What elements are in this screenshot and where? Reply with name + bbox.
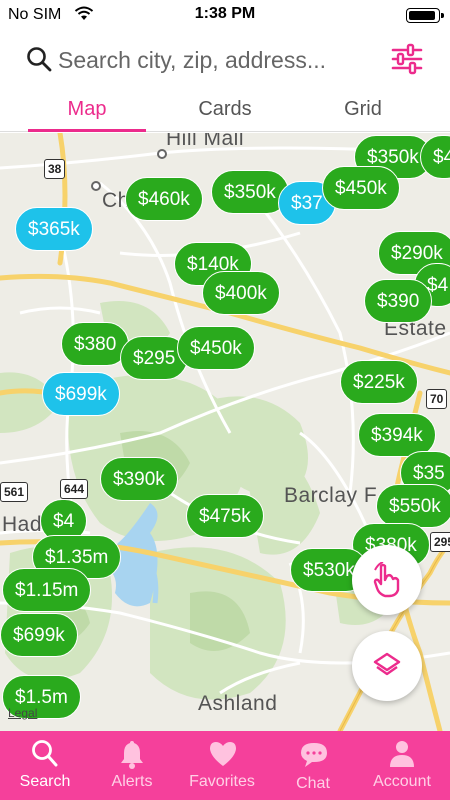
map-label-barclay: Barclay F xyxy=(284,484,378,507)
view-tabs: Map Cards Grid xyxy=(0,90,450,132)
price-pin[interactable]: $380 xyxy=(61,322,130,366)
status-bar: No SIM 1:38 PM xyxy=(0,0,450,30)
map-layers-button[interactable] xyxy=(352,631,422,701)
nav-label-account: Account xyxy=(373,773,431,790)
price-pin[interactable]: $450k xyxy=(177,326,255,370)
search-icon xyxy=(26,46,52,77)
price-pin[interactable]: $225k xyxy=(340,360,418,404)
nav-favorites[interactable]: Favorites xyxy=(177,731,267,800)
tab-cards[interactable]: Cards xyxy=(150,90,300,132)
nav-label-alerts: Alerts xyxy=(111,773,153,790)
route-shield-38: 38 xyxy=(44,159,66,179)
map-label-ashland: Ashland xyxy=(198,692,278,715)
price-pin[interactable]: $699k xyxy=(0,613,78,657)
price-pin[interactable]: $390k xyxy=(100,457,178,501)
nav-label-chat: Chat xyxy=(296,775,330,792)
route-shield-644: 644 xyxy=(60,479,89,499)
app-screen: No SIM 1:38 PM Search city, zip, address… xyxy=(0,0,450,800)
route-shield-561: 561 xyxy=(0,482,29,502)
search-icon xyxy=(32,740,58,767)
price-pin[interactable]: $390 xyxy=(364,279,433,323)
layers-icon xyxy=(373,652,401,676)
search-input[interactable] xyxy=(58,42,378,78)
map-label-had: Had xyxy=(2,513,43,536)
map-label-hill-mall: Hill Mall xyxy=(166,133,244,150)
person-icon xyxy=(390,741,414,767)
draw-area-button[interactable] xyxy=(352,545,422,615)
tab-map[interactable]: Map xyxy=(12,90,162,132)
battery-icon xyxy=(406,8,444,23)
chat-bubble-icon xyxy=(301,743,327,767)
search-bar xyxy=(0,30,450,90)
bell-icon xyxy=(121,741,143,769)
clock: 1:38 PM xyxy=(194,5,256,22)
heart-icon xyxy=(210,742,236,766)
bottom-tab-bar: Search Alerts Favorites Chat Account xyxy=(0,731,450,800)
nav-label-favorites: Favorites xyxy=(189,773,255,790)
active-tab-indicator xyxy=(28,129,146,132)
filter-sliders-icon[interactable] xyxy=(390,42,424,76)
nav-account[interactable]: Account xyxy=(357,731,447,800)
nav-alerts[interactable]: Alerts xyxy=(87,731,177,800)
price-pin[interactable]: $1.15m xyxy=(2,568,92,612)
price-pin[interactable]: $475k xyxy=(186,494,264,538)
price-pin[interactable]: $350k xyxy=(211,170,289,214)
hand-pointer-icon xyxy=(373,562,400,598)
price-pin[interactable]: $400k xyxy=(202,271,280,315)
route-shield-70: 70 xyxy=(426,389,448,409)
price-pin[interactable]: $460k xyxy=(125,177,203,221)
map-view[interactable]: Hill Mall Ch Estate Barclay F Had Ashlan… xyxy=(0,133,450,731)
nav-search[interactable]: Search xyxy=(0,731,90,800)
price-pin[interactable]: $450k xyxy=(322,166,400,210)
price-pin[interactable]: $550k xyxy=(376,484,450,528)
tab-grid[interactable]: Grid xyxy=(288,90,438,132)
nav-chat[interactable]: Chat xyxy=(268,731,358,800)
map-legal-link[interactable]: Legal xyxy=(8,706,37,720)
nav-label-search: Search xyxy=(19,773,71,790)
price-pin[interactable]: $365k xyxy=(15,207,93,251)
route-shield-295: 295 xyxy=(430,532,450,552)
price-pin[interactable]: $699k xyxy=(42,372,120,416)
